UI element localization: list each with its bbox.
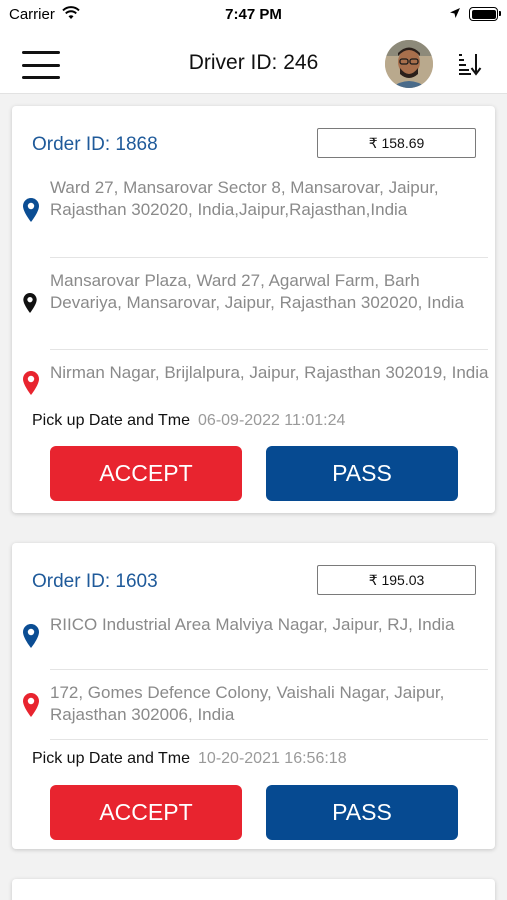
stop-address: Mansarovar Plaza, Ward 27, Agarwal Farm,… [50, 271, 464, 312]
order-price: ₹ 195.03 [317, 565, 476, 595]
sort-icon[interactable] [457, 52, 483, 76]
battery-icon [469, 7, 501, 21]
pickup-address: Ward 27, Mansarovar Sector 8, Mansarovar… [50, 178, 439, 219]
orders-list[interactable]: Order ID: 1868 ₹ 158.69 Ward 27, Mansaro… [0, 94, 507, 900]
accept-button[interactable]: ACCEPT [50, 446, 242, 501]
map-pin-blue-icon [23, 624, 39, 648]
location-arrow-icon [450, 8, 460, 18]
order-id: Order ID: 1603 [32, 571, 158, 592]
pickup-datetime-label: Pick up Date and Tme [32, 412, 191, 429]
pickup-datetime: Pick up Date and Tme 06-09-2022 11:01:24 [32, 412, 345, 430]
pickup-datetime-value: 10-20-2021 16:56:18 [198, 750, 347, 767]
divider [50, 739, 488, 740]
pickup-datetime-value: 06-09-2022 11:01:24 [198, 412, 346, 429]
pass-button[interactable]: PASS [266, 785, 458, 840]
clock: 7:47 PM [225, 6, 282, 23]
pickup-address: RIICO Industrial Area Malviya Nagar, Jai… [50, 615, 455, 634]
order-card: Order ID: 1868 ₹ 158.69 Ward 27, Mansaro… [12, 106, 495, 513]
order-id: Order ID: 1868 [32, 134, 158, 155]
map-pin-black-icon [23, 293, 37, 313]
drop-address: Nirman Nagar, Brijlalpura, Jaipur, Rajas… [50, 363, 489, 382]
divider [50, 669, 488, 670]
map-pin-red-icon [23, 693, 39, 717]
app-header: Driver ID: 246 [0, 30, 507, 94]
order-price: ₹ 158.69 [317, 128, 476, 158]
divider [50, 257, 488, 258]
accept-button[interactable]: ACCEPT [50, 785, 242, 840]
pass-button[interactable]: PASS [266, 446, 458, 501]
pickup-datetime-label: Pick up Date and Tme [32, 750, 191, 767]
status-bar: Carrier 7:47 PM [0, 0, 507, 30]
map-pin-red-icon [23, 371, 39, 395]
avatar[interactable] [385, 40, 433, 88]
pickup-datetime: Pick up Date and Tme 10-20-2021 16:56:18 [32, 750, 347, 768]
order-card [12, 879, 495, 900]
order-card: Order ID: 1603 ₹ 195.03 RIICO Industrial… [12, 543, 495, 849]
divider [50, 349, 488, 350]
map-pin-blue-icon [23, 198, 39, 222]
drop-address: 172, Gomes Defence Colony, Vaishali Naga… [50, 683, 445, 724]
avatar-image [385, 40, 433, 88]
